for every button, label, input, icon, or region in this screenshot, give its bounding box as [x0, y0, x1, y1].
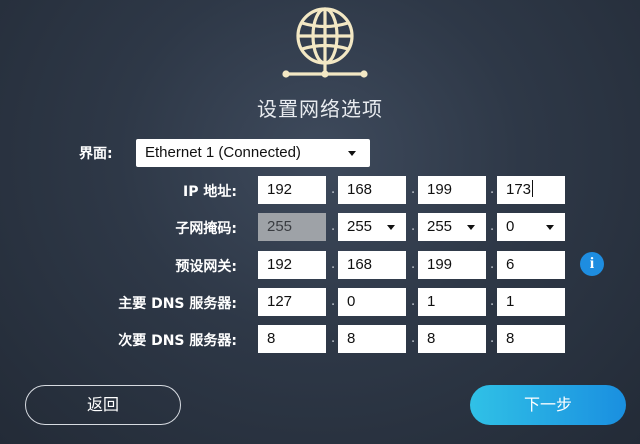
secondary-dns-octet-3[interactable]: 8: [418, 325, 486, 353]
separator-dot: .: [411, 182, 416, 197]
separator-dot: .: [490, 219, 495, 234]
separator-dot: .: [411, 294, 416, 309]
separator-dot: .: [411, 219, 416, 234]
separator-dot: .: [331, 294, 336, 309]
primary-dns-octet-4[interactable]: 1: [497, 288, 565, 316]
primary-dns-octet-3[interactable]: 1: [418, 288, 486, 316]
ip-octet-1[interactable]: 192: [258, 176, 326, 204]
separator-dot: .: [411, 257, 416, 272]
separator-dot: .: [331, 219, 336, 234]
ip-octet-2[interactable]: 168: [338, 176, 406, 204]
subnet-octet-4-select[interactable]: 0: [497, 213, 565, 241]
separator-dot: .: [490, 182, 495, 197]
secondary-dns-label: 次要 DNS 服务器:: [118, 333, 237, 349]
secondary-dns-octet-1[interactable]: 8: [258, 325, 326, 353]
gateway-octet-2[interactable]: 168: [338, 251, 406, 279]
text-cursor: [532, 180, 534, 197]
separator-dot: .: [331, 182, 336, 197]
next-button[interactable]: 下一步: [470, 385, 626, 425]
interface-label: 界面:: [79, 146, 113, 162]
page-title: 设置网络选项: [257, 97, 383, 121]
gateway-octet-3[interactable]: 199: [418, 251, 486, 279]
primary-dns-octet-2[interactable]: 0: [338, 288, 406, 316]
gateway-label: 预设网关:: [175, 259, 237, 275]
back-button[interactable]: 返回: [25, 385, 181, 425]
caret-down-icon: [387, 225, 395, 230]
caret-down-icon: [467, 225, 475, 230]
globe-network-icon: [282, 7, 368, 78]
separator-dot: .: [490, 257, 495, 272]
secondary-dns-octet-2[interactable]: 8: [338, 325, 406, 353]
separator-dot: .: [331, 257, 336, 272]
separator-dot: .: [490, 331, 495, 346]
separator-dot: .: [331, 331, 336, 346]
info-icon[interactable]: i: [580, 252, 604, 276]
secondary-dns-octet-4[interactable]: 8: [497, 325, 565, 353]
subnet-mask-label: 子网掩码:: [175, 221, 237, 237]
caret-down-icon: [348, 151, 356, 156]
interface-select-value: Ethernet 1 (Connected): [145, 144, 301, 161]
ip-octet-4[interactable]: 173: [497, 176, 565, 204]
interface-select[interactable]: Ethernet 1 (Connected): [136, 139, 370, 167]
primary-dns-octet-1[interactable]: 127: [258, 288, 326, 316]
separator-dot: .: [490, 294, 495, 309]
subnet-octet-2-select[interactable]: 255: [338, 213, 406, 241]
caret-down-icon: [546, 225, 554, 230]
gateway-octet-4[interactable]: 6: [497, 251, 565, 279]
ip-octet-3[interactable]: 199: [418, 176, 486, 204]
separator-dot: .: [411, 331, 416, 346]
ip-address-label: IP 地址:: [183, 184, 237, 200]
subnet-octet-3-select[interactable]: 255: [418, 213, 486, 241]
gateway-octet-1[interactable]: 192: [258, 251, 326, 279]
subnet-octet-1: 255: [258, 213, 326, 241]
primary-dns-label: 主要 DNS 服务器:: [118, 296, 237, 312]
